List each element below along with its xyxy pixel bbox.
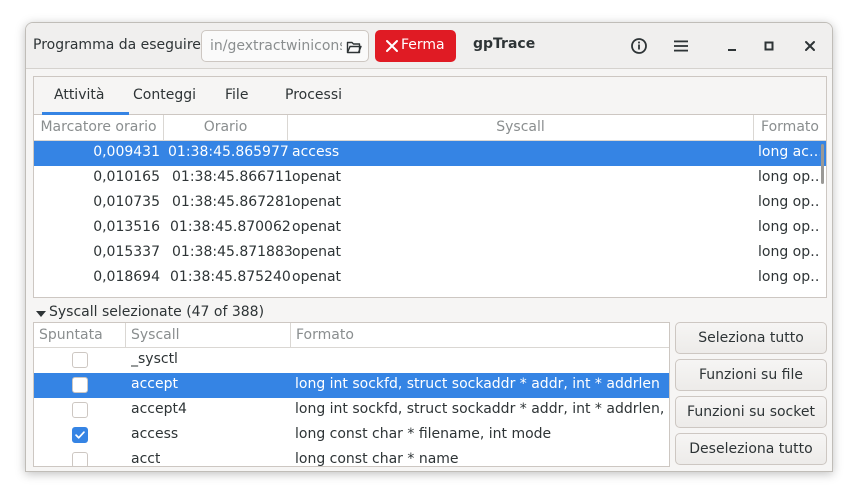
table-row[interactable]: 0,010735 01:38:45.867281 openat long op… (34, 191, 826, 216)
folder-open-icon[interactable] (346, 39, 362, 55)
tab-file[interactable]: File (225, 87, 248, 103)
tab-processi[interactable]: Processi (285, 87, 342, 103)
tab-bar: Attività Conteggi File Processi (34, 77, 826, 115)
checkbox[interactable] (72, 452, 88, 466)
table-row[interactable]: 0,010165 01:38:45.866711 openat long op… (34, 166, 826, 191)
checkbox[interactable] (72, 377, 88, 393)
select-all-button[interactable]: Seleziona tutto (675, 322, 827, 354)
table-row[interactable]: 0,018694 01:38:45.875240 openat long op… (34, 266, 826, 291)
list-item[interactable]: access long const char * filename, int m… (34, 423, 669, 448)
checkmark-icon (75, 431, 85, 439)
table-row[interactable]: 0,015337 01:38:45.871883 openat long op… (34, 241, 826, 266)
hamburger-menu-icon[interactable] (672, 37, 690, 55)
stop-button-label: Ferma (401, 37, 445, 53)
column-header-syscall-format[interactable]: Formato (291, 323, 669, 348)
window-close-icon[interactable] (801, 37, 819, 55)
syscall-list: Spuntata Syscall Formato _sysctl accept … (33, 322, 670, 467)
minimize-icon[interactable] (723, 37, 741, 55)
file-functions-button[interactable]: Funzioni su file (675, 359, 827, 391)
column-header-time[interactable]: Orario (164, 115, 288, 141)
list-item[interactable]: accept4 long int sockfd, struct sockaddr… (34, 398, 669, 423)
stop-button[interactable]: Ferma (375, 30, 456, 62)
list-item[interactable]: accept long int sockfd, struct sockaddr … (34, 373, 669, 398)
list-item[interactable]: _sysctl (34, 348, 669, 373)
maximize-icon[interactable] (760, 37, 778, 55)
program-path-input[interactable]: in/gextractwinicons (201, 30, 369, 62)
syscall-expander-label[interactable]: Syscall selezionate (47 of 388) (49, 304, 264, 320)
column-header-syscall[interactable]: Syscall (288, 115, 754, 141)
column-header-checked[interactable]: Spuntata (34, 323, 126, 348)
checkbox[interactable] (72, 402, 88, 418)
info-icon[interactable] (630, 37, 648, 55)
checkbox-checked[interactable] (72, 427, 88, 443)
expander-arrow-icon[interactable] (36, 311, 46, 317)
checkbox[interactable] (72, 352, 88, 368)
socket-functions-button[interactable]: Funzioni su socket (675, 396, 827, 428)
table-row[interactable]: 0,009431 01:38:45.865977 access long ac… (34, 141, 826, 166)
table-row[interactable]: 0,013516 01:38:45.870062 openat long op… (34, 216, 826, 241)
list-item[interactable]: acct long const char * name (34, 448, 669, 466)
column-header-format[interactable]: Formato (754, 115, 826, 141)
deselect-all-button[interactable]: Deseleziona tutto (675, 433, 827, 465)
activity-panel: Attività Conteggi File Processi Marcator… (33, 76, 827, 298)
column-header-marker[interactable]: Marcatore orario (34, 115, 164, 141)
tab-attivita[interactable]: Attività (54, 87, 104, 103)
program-path-text: in/gextractwinicons (210, 38, 342, 54)
column-header-syscall-name[interactable]: Syscall (126, 323, 291, 348)
app-title: gpTrace (473, 36, 536, 52)
close-x-icon (386, 40, 398, 52)
main-window: Programma da eseguire: in/gextractwinico… (25, 22, 833, 472)
program-label: Programma da eseguire: (33, 37, 206, 53)
tab-conteggi[interactable]: Conteggi (133, 87, 196, 103)
vertical-scrollbar[interactable] (821, 144, 824, 184)
header-bar: Programma da eseguire: in/gextractwinico… (26, 23, 832, 69)
